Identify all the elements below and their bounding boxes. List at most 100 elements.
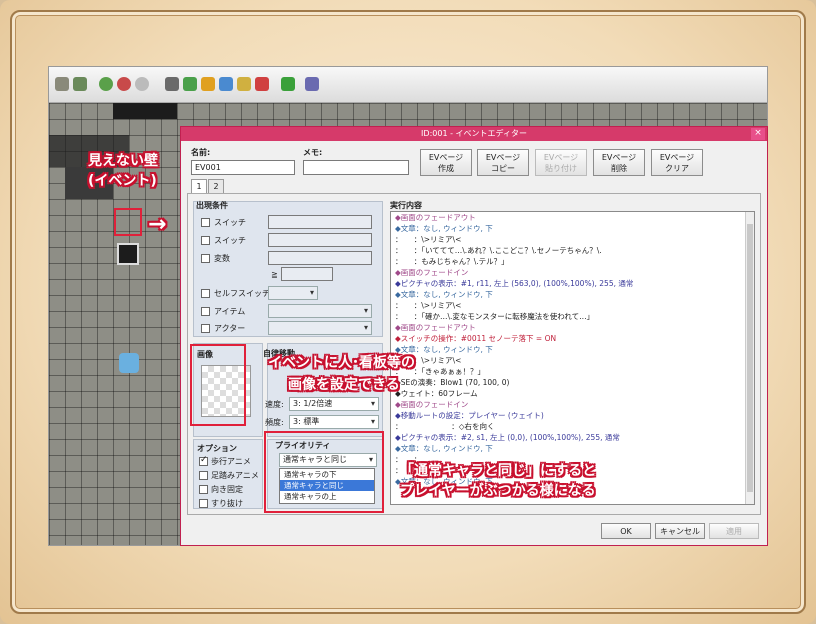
- new-page-button[interactable]: EVページ 作成: [420, 149, 472, 176]
- scrollbar-thumb[interactable]: [747, 224, 753, 492]
- button-line1: EVページ: [485, 153, 521, 162]
- through-checkbox[interactable]: [199, 499, 208, 508]
- switch1-select[interactable]: [268, 215, 372, 229]
- button-line2: 削除: [611, 164, 627, 173]
- command-line[interactable]: ： ：「確か…\.変なモンスターに転移魔法を使われて…」: [391, 311, 754, 322]
- close-button[interactable]: ×: [751, 128, 765, 140]
- play-icon[interactable]: [281, 77, 295, 91]
- switch2-select[interactable]: [268, 233, 372, 247]
- delete-page-button[interactable]: EVページ 削除: [593, 149, 645, 176]
- command-line[interactable]: ◆画面のフェードイン: [391, 399, 754, 410]
- switch1-checkbox[interactable]: [201, 218, 210, 227]
- command-lines: ◆画面のフェードアウト ◆文章：なし, ウィンドウ, 下： ：\>リミア\<： ：…: [391, 212, 754, 487]
- command-line[interactable]: ◆画面のフェードイン: [391, 267, 754, 278]
- button-line1: EVページ: [543, 153, 579, 162]
- command-line[interactable]: ： ：\>リミア\<: [391, 355, 754, 366]
- paste-page-button[interactable]: EVページ貼り付け: [535, 149, 587, 176]
- item-select[interactable]: [268, 304, 372, 318]
- command-line[interactable]: ◆ピクチャの表示：#2, s1, 左上 (0,0), (100%,100%), …: [391, 432, 754, 443]
- contents-title: 実行内容: [390, 201, 422, 210]
- self-switch-label: セルフスイッチ: [214, 289, 270, 298]
- dialog-title: ID:001 - イベントエディター: [181, 127, 767, 141]
- image-highlight-box: [190, 344, 246, 426]
- walk-anim-label: 歩行アニメ: [211, 457, 251, 466]
- command-line[interactable]: ◆文章：なし, ウィンドウ, 下: [391, 443, 754, 454]
- copy-page-button[interactable]: EVページコピー: [477, 149, 529, 176]
- options-title: オプション: [197, 444, 237, 453]
- command-line[interactable]: ◆文章：なし, ウィンドウ, 下: [391, 344, 754, 355]
- command-line[interactable]: ： ：「いててて…\.あれ？\.ここどこ？\.セノーテちゃん？\.: [391, 245, 754, 256]
- toolbar: [49, 67, 767, 103]
- variable-select[interactable]: [268, 251, 372, 265]
- clear-page-button[interactable]: EVページクリア: [651, 149, 703, 176]
- name-label: 名前:: [191, 148, 211, 157]
- command-line[interactable]: ◆移動ルートの設定：プレイヤー (ウェイト): [391, 410, 754, 421]
- button-line2: 貼り付け: [545, 164, 577, 173]
- apply-button[interactable]: 適用: [709, 523, 759, 539]
- priority-annotation-line2: プレイヤーがぶつかる様になる: [400, 483, 596, 499]
- invisible-wall-event[interactable]: [117, 243, 139, 265]
- command-line[interactable]: ◆ピクチャの表示：#1, r11, 左上 (563,0), (100%,100%…: [391, 278, 754, 289]
- frequency-select[interactable]: 3: 標準: [289, 415, 379, 429]
- command-line[interactable]: ： ：\>リミア\<: [391, 234, 754, 245]
- zoom-out-icon[interactable]: [117, 77, 131, 91]
- tool-icon[interactable]: [305, 77, 319, 91]
- button-line1: EVページ: [428, 153, 464, 162]
- wall-tile: [145, 103, 177, 119]
- through-label: すり抜け: [211, 499, 243, 508]
- step-anim-checkbox[interactable]: [199, 471, 208, 480]
- command-line[interactable]: ◆文章：なし, ウィンドウ, 下: [391, 289, 754, 300]
- self-switch-checkbox[interactable]: [201, 289, 210, 298]
- wall-tile: [113, 103, 145, 119]
- character-sprite-icon[interactable]: [119, 353, 139, 373]
- item-label: アイテム: [214, 307, 246, 316]
- actor-select[interactable]: [268, 321, 372, 335]
- pencil-icon[interactable]: [73, 77, 87, 91]
- cancel-button[interactable]: キャンセル: [655, 523, 705, 539]
- step-anim-label: 足踏みアニメ: [211, 471, 259, 480]
- tab-page-2[interactable]: 2: [208, 179, 224, 193]
- command-line[interactable]: ◆画面のフェードアウト: [391, 322, 754, 333]
- name-field[interactable]: EV001: [191, 160, 295, 175]
- scrollbar[interactable]: [745, 212, 754, 504]
- self-switch-select[interactable]: [268, 286, 318, 300]
- speed-select[interactable]: 3: 1/2倍速: [289, 397, 379, 411]
- button-line2: クリア: [665, 164, 689, 173]
- command-line[interactable]: ： ：◇右を向く: [391, 421, 754, 432]
- button-line1: EVページ: [659, 153, 695, 162]
- gear-icon[interactable]: [165, 77, 179, 91]
- command-line[interactable]: ◆ウェイト：60フレーム: [391, 388, 754, 399]
- command-line[interactable]: ◆文章：なし, ウィンドウ, 下: [391, 223, 754, 234]
- switch2-label: スイッチ: [214, 236, 246, 245]
- speed-label: 速度:: [265, 400, 284, 409]
- command-line[interactable]: ◆SEの演奏：Blow1 (70, 100, 0): [391, 377, 754, 388]
- item-checkbox[interactable]: [201, 307, 210, 316]
- walk-anim-checkbox[interactable]: [199, 455, 208, 466]
- image-annotation-line2: 画像を設定できる: [288, 377, 400, 393]
- zoom-reset-icon[interactable]: [135, 77, 149, 91]
- command-line[interactable]: ： ：\>リミア\<: [391, 300, 754, 311]
- pencil-icon[interactable]: [55, 77, 69, 91]
- command-line[interactable]: ◆スイッチの操作：#0011 セノーテ落下 = ON: [391, 333, 754, 344]
- ok-button[interactable]: OK: [601, 523, 651, 539]
- command-line[interactable]: ： ：もみじちゃん？\.テル？」: [391, 256, 754, 267]
- command-line[interactable]: ： ：「きゃあぁぁ！？」: [391, 366, 754, 377]
- tab-page-1[interactable]: 1: [191, 179, 207, 193]
- zoom-in-icon[interactable]: [99, 77, 113, 91]
- database-icon[interactable]: [183, 77, 197, 91]
- variable-value-stepper[interactable]: [281, 267, 333, 281]
- command-line[interactable]: ◆画面のフェードアウト: [391, 212, 754, 223]
- character-icon[interactable]: [255, 77, 269, 91]
- switch1-label: スイッチ: [214, 218, 246, 227]
- image-annotation-line1: イベントに人･看板等の: [268, 355, 415, 371]
- sound-icon[interactable]: [201, 77, 215, 91]
- folder-icon[interactable]: [237, 77, 251, 91]
- switch2-checkbox[interactable]: [201, 236, 210, 245]
- memo-field[interactable]: [303, 160, 409, 175]
- search-icon[interactable]: [219, 77, 233, 91]
- actor-checkbox[interactable]: [201, 324, 210, 333]
- direction-fix-checkbox[interactable]: [199, 485, 208, 494]
- wall-annotation-line2: (イベント): [88, 173, 157, 189]
- variable-checkbox[interactable]: [201, 254, 210, 263]
- button-line2: コピー: [491, 164, 515, 173]
